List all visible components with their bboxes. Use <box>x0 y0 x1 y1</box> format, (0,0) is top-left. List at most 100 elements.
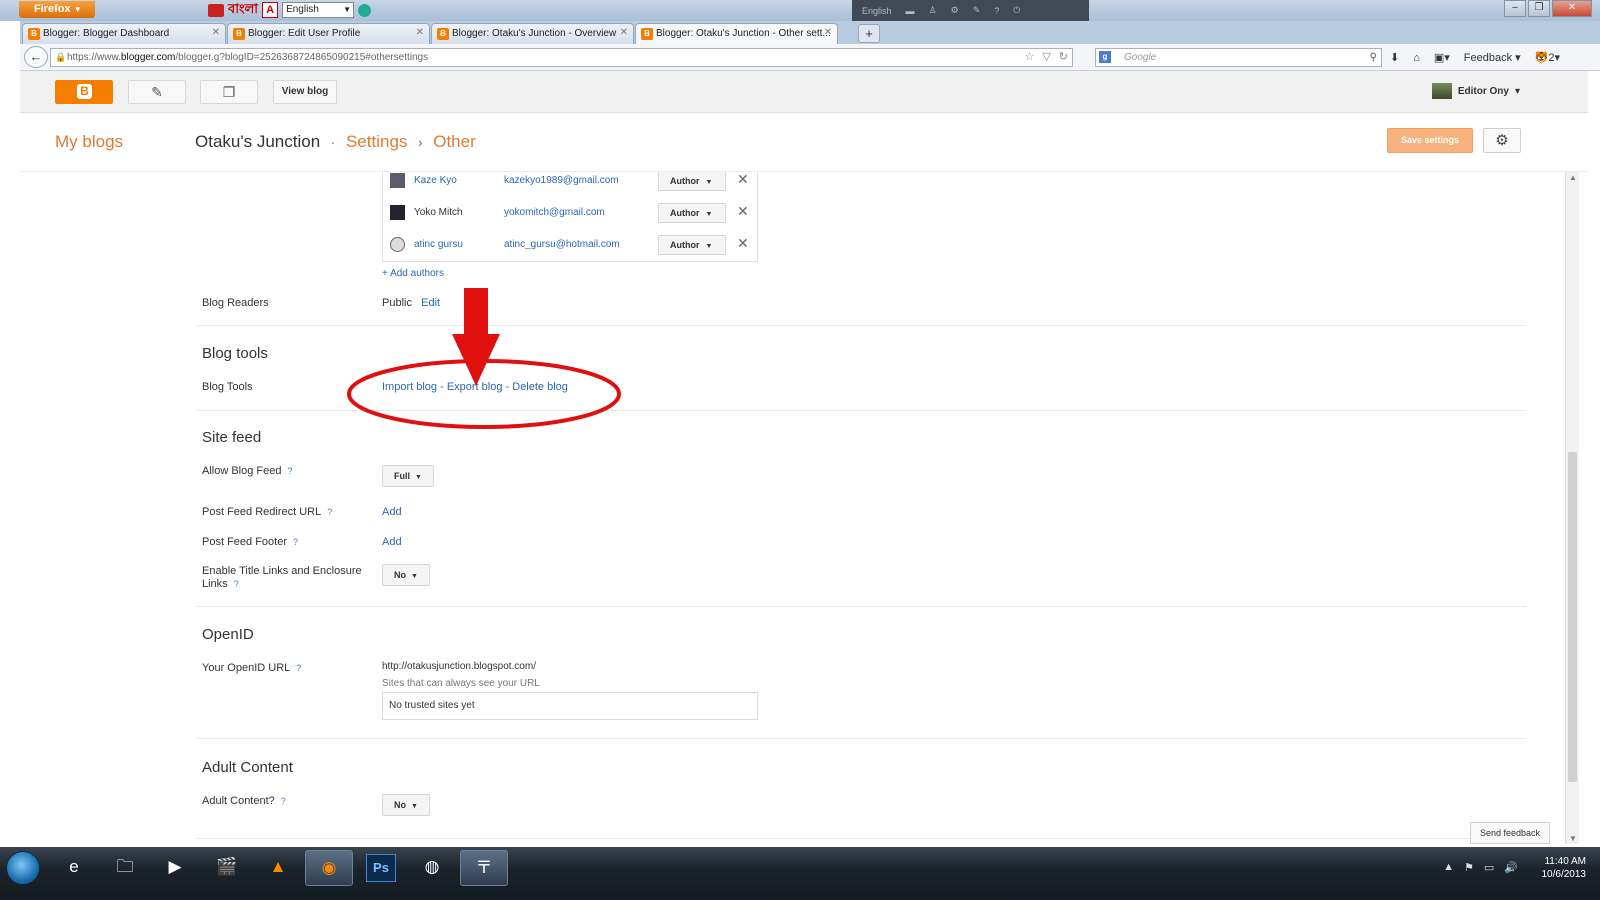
blogger-home-button[interactable]: B <box>55 80 113 104</box>
help-icon[interactable]: ? <box>293 537 298 547</box>
volume-icon[interactable]: 🔊 <box>1504 861 1518 874</box>
url-bar[interactable]: 🔒 https://www.blogger.com/blogger.g?blog… <box>50 48 1073 67</box>
vlc-icon[interactable]: ▲ <box>254 850 302 886</box>
url-actions: ☆ ▽ ↻ <box>1024 49 1068 66</box>
acrobat-icon[interactable]: A <box>262 2 279 18</box>
close-window-button[interactable]: ✕ <box>1552 0 1592 17</box>
screenshot-icon[interactable]: ▣▾ <box>1434 51 1450 64</box>
blogger-logo-icon: B <box>77 84 92 99</box>
explorer-icon[interactable]: 🗀 <box>101 850 149 886</box>
photoshop-icon[interactable]: Ps <box>357 850 405 886</box>
media-player-icon[interactable]: ▶ <box>151 850 199 886</box>
firefox-taskbar-icon[interactable]: ◉ <box>305 850 353 886</box>
openid-url-value: http://otakusjunction.blogspot.com/ <box>382 661 536 672</box>
blog-name[interactable]: Otaku's Junction <box>195 132 320 151</box>
blog-readers-value: Public Edit <box>382 297 441 309</box>
gear-icon[interactable]: ⚙ <box>1483 128 1521 153</box>
tray-expand-icon[interactable]: ▲ <box>1443 861 1454 874</box>
post-feed-footer-add-link[interactable]: Add <box>382 536 402 548</box>
breadcrumb-other: Other <box>433 132 476 151</box>
add-authors-link[interactable]: + Add authors <box>382 268 444 279</box>
my-blogs-link[interactable]: My blogs <box>55 132 123 152</box>
start-button[interactable] <box>6 851 40 885</box>
export-blog-link[interactable]: Export blog <box>447 381 503 393</box>
scroll-down-icon[interactable]: ▼ <box>1569 834 1577 843</box>
tab-close-icon[interactable]: ✕ <box>620 27 628 38</box>
scrollbar-thumb[interactable] <box>1568 452 1577 782</box>
blog-readers-edit-link[interactable]: Edit <box>421 297 440 309</box>
adult-content-heading: Adult Content <box>202 759 293 776</box>
delete-blog-link[interactable]: Delete blog <box>512 381 568 393</box>
minimize-bar-icon[interactable]: ▬ <box>906 6 915 16</box>
author-role-select[interactable]: Author ▼ <box>658 172 726 191</box>
firefox-menu-button[interactable]: Firefox ▼ <box>19 1 95 18</box>
post-feed-redirect-add-link[interactable]: Add <box>382 506 402 518</box>
view-posts-button[interactable]: ❐ <box>200 80 258 104</box>
dark-toolbar-lang[interactable]: English <box>862 6 892 16</box>
scroll-up-icon[interactable]: ▲ <box>1569 173 1577 182</box>
search-input[interactable]: g Google ⚲ <box>1095 48 1382 67</box>
tab-dashboard[interactable]: B Blogger: Blogger Dashboard ✕ <box>22 23 226 44</box>
breadcrumb-settings[interactable]: Settings <box>346 132 407 151</box>
remove-author-icon[interactable]: ✕ <box>737 235 749 252</box>
download-icon[interactable]: ⬇ <box>1390 51 1399 64</box>
send-feedback-button[interactable]: Send feedback <box>1470 822 1550 844</box>
new-tab-button[interactable]: + <box>858 24 880 43</box>
page-scrollbar[interactable]: ▲ ▼ <box>1565 172 1579 844</box>
allow-blog-feed-select[interactable]: Full ▼ <box>382 465 434 487</box>
help-icon[interactable]: ? <box>281 796 286 806</box>
bangla-addon-label[interactable]: বাংলা <box>228 0 258 21</box>
movie-maker-icon[interactable]: 🎬 <box>203 850 251 886</box>
person-icon[interactable]: ♙ <box>929 5 937 16</box>
page-header: My blogs Otaku's Junction · Settings › O… <box>20 113 1588 172</box>
tab-overview[interactable]: B Blogger: Otaku's Junction - Overview ✕ <box>431 23 634 44</box>
power-icon[interactable]: ⏻ <box>1013 5 1020 16</box>
tab-close-icon[interactable]: ✕ <box>824 27 832 38</box>
tab-other-settings[interactable]: B Blogger: Otaku's Junction - Other sett… <box>635 23 838 44</box>
edit-small-icon[interactable]: ✎ <box>973 5 981 16</box>
enclosure-links-select[interactable]: No ▼ <box>382 564 430 586</box>
language-select[interactable]: English ▼ <box>282 2 355 18</box>
remove-author-icon[interactable]: ✕ <box>737 203 749 220</box>
minimize-button[interactable]: – <box>1504 0 1526 17</box>
ie-icon[interactable]: e <box>50 850 98 886</box>
help-icon[interactable]: ? <box>234 579 239 589</box>
help-icon[interactable]: ? <box>296 663 301 673</box>
gear-small-icon[interactable]: ⚙ <box>951 5 959 16</box>
tab-strip: B Blogger: Blogger Dashboard ✕ B Blogger… <box>20 21 1600 44</box>
back-button[interactable]: ← <box>24 46 48 68</box>
search-icon[interactable]: ⚲ <box>1370 49 1377 66</box>
author-row: Yoko Mitch yokomitch@gmail.com Author ▼ ✕ <box>383 197 759 229</box>
adult-content-select[interactable]: No ▼ <box>382 794 430 816</box>
author-role-select[interactable]: Author ▼ <box>658 203 726 223</box>
addon-badge[interactable]: 🐯2▾ <box>1535 51 1560 64</box>
tab-close-icon[interactable]: ✕ <box>212 27 220 38</box>
maximize-button[interactable]: ❐ <box>1528 0 1550 17</box>
view-blog-button[interactable]: View blog <box>273 80 337 104</box>
tab-close-icon[interactable]: ✕ <box>416 27 424 38</box>
green-addon-icon[interactable] <box>358 3 372 17</box>
remove-author-icon[interactable]: ✕ <box>737 172 749 188</box>
google-icon[interactable]: g <box>1099 51 1111 63</box>
tab-edit-profile[interactable]: B Blogger: Edit User Profile ✕ <box>227 23 430 44</box>
reload-icon[interactable]: ↻ <box>1059 49 1068 66</box>
bookmark-star-icon[interactable]: ☆ <box>1024 49 1034 66</box>
save-settings-button[interactable]: Save settings <box>1387 128 1473 153</box>
new-post-button[interactable]: ✎ <box>128 80 186 104</box>
help-icon[interactable]: ? <box>327 507 332 517</box>
help-icon[interactable]: ? <box>288 466 293 476</box>
tool-taskbar-icon[interactable]: 〒 <box>460 850 508 886</box>
keyboard-addon-icon[interactable] <box>208 3 224 17</box>
home-icon[interactable]: ⌂ <box>1413 52 1420 64</box>
blogger-favicon-icon: B <box>233 28 245 40</box>
help-small-icon[interactable]: ? <box>994 6 999 16</box>
feedback-menu[interactable]: Feedback ▾ <box>1464 51 1521 64</box>
import-blog-link[interactable]: Import blog <box>382 381 437 393</box>
history-dropdown-icon[interactable]: ▽ <box>1042 49 1050 66</box>
author-role-select[interactable]: Author ▼ <box>658 235 726 255</box>
action-center-icon[interactable]: ⚑ <box>1464 861 1474 874</box>
network-globe-icon[interactable]: ◍ <box>408 850 456 886</box>
network-icon[interactable]: ▭ <box>1484 861 1494 874</box>
clock[interactable]: 11:40 AM 10/6/2013 <box>1542 855 1587 881</box>
user-menu[interactable]: Editor Ony ▾ <box>1431 83 1520 99</box>
